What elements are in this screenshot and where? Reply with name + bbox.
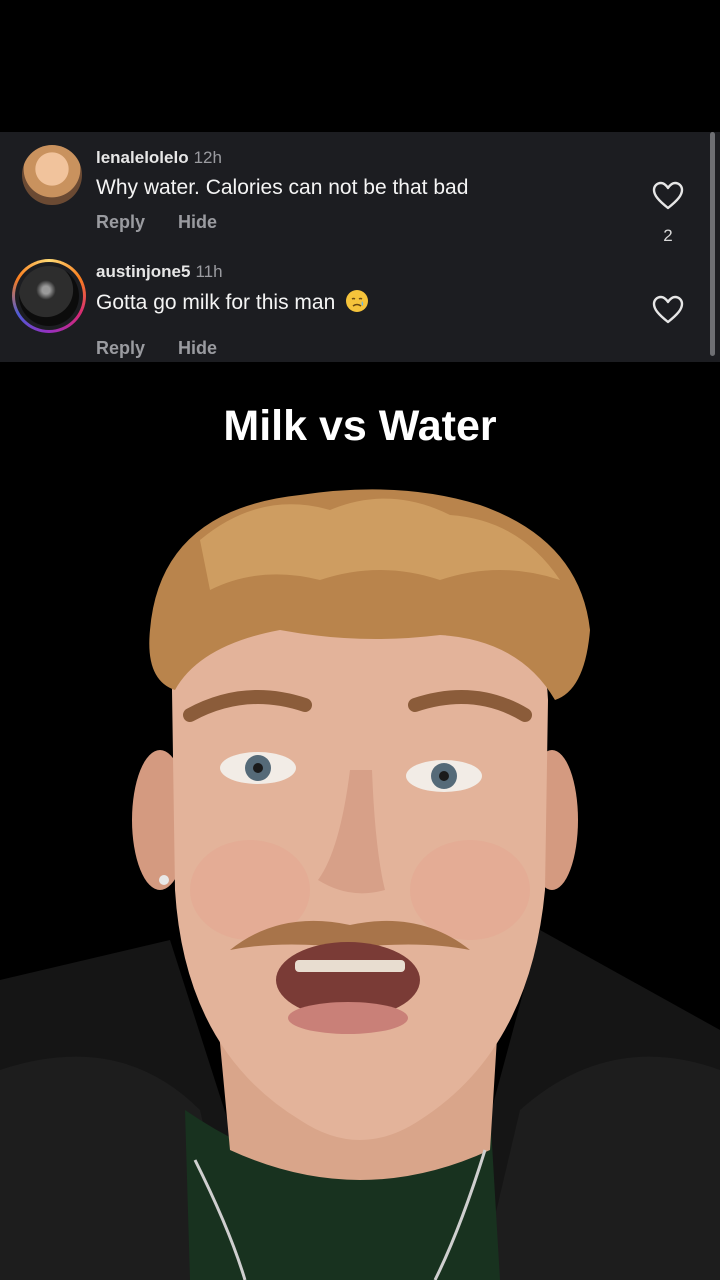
username-text[interactable]: austinjone5 <box>96 262 190 281</box>
comment-username[interactable]: austinjone5 11h <box>96 262 223 282</box>
comments-scrollbar[interactable] <box>710 132 715 356</box>
crying-face-icon <box>346 290 369 312</box>
reply-button[interactable]: Reply <box>96 338 145 358</box>
comment-text-row: Gotta go milk for this man <box>96 289 369 315</box>
hide-button[interactable]: Hide <box>178 338 217 358</box>
heart-icon[interactable] <box>652 295 684 325</box>
avatar <box>19 266 79 326</box>
video-caption: Milk vs Water <box>223 402 497 450</box>
comments-overlay[interactable]: lenalelolelo 12h Why water. Calories can … <box>0 132 720 362</box>
comment-text: Gotta go milk for this man <box>96 291 336 314</box>
comment-item: austinjone5 11h Gotta go milk for this ma… <box>0 132 700 358</box>
comment-time: 11h <box>195 262 223 281</box>
video-stage[interactable]: Milk vs Water lenalelolelo 12h Why water.… <box>0 0 720 1280</box>
story-ring-avatar[interactable] <box>12 259 86 333</box>
video-frame-person <box>0 489 720 1280</box>
comment-actions: Reply Hide <box>96 338 245 359</box>
